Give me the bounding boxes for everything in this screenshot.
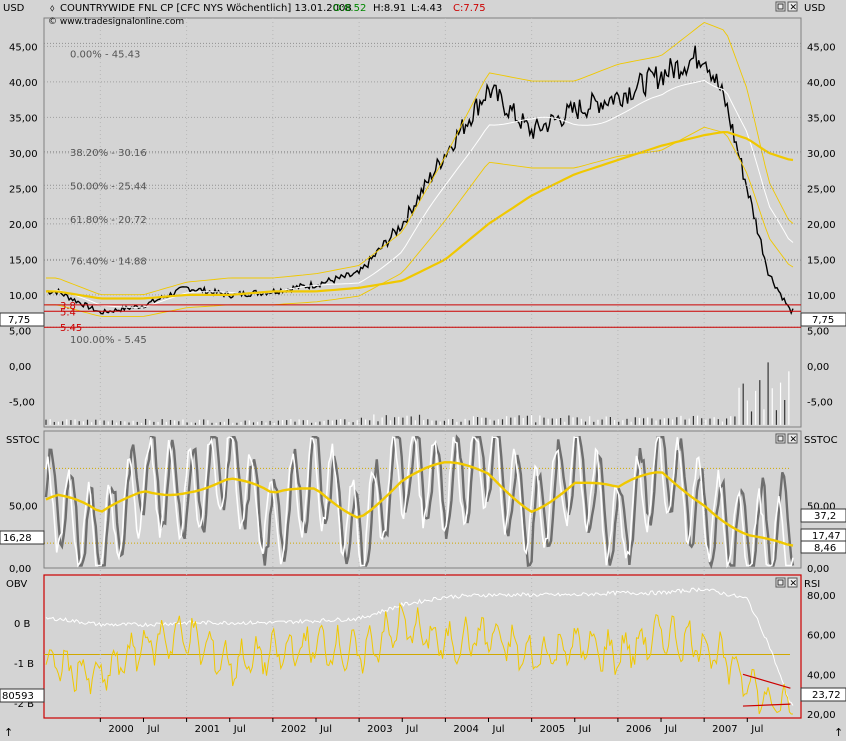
price-y-tick-right: 35,00 <box>807 113 836 124</box>
obv-panel <box>43 574 802 719</box>
price-last-right-badge: 7,75 <box>800 312 846 327</box>
price-last-right-label: 7,75 <box>812 315 834 326</box>
price-y-tick-right: 0,00 <box>807 362 829 373</box>
fib-level-label: 100.00% - 5.45 <box>70 335 147 346</box>
x-axis-tick-label: Jul <box>319 724 332 735</box>
obv-y-tick-left: -1 B <box>14 659 34 670</box>
instrument-label: COUNTRYWIDE FNL CP [CFC NYS Wöchentlich]… <box>60 3 352 14</box>
sstoc-left-label: 16,28 <box>3 533 32 544</box>
price-y-tick-left: 5,00 <box>9 326 31 337</box>
close-value: C:7.75 <box>453 3 486 14</box>
rsi-y-tick-right: 20,00 <box>807 710 836 721</box>
price-panel-right-title: USD <box>804 3 826 14</box>
x-axis-tick-label: Jul <box>750 724 763 735</box>
price-y-tick-right: 10,00 <box>807 291 836 302</box>
fib-level-label: 61.80% - 20.72 <box>70 215 147 226</box>
x-axis-tick-label: 2002 <box>281 724 306 735</box>
chart-canvas: USD ⬨ COUNTRYWIDE FNL CP [CFC NYS Wöchen… <box>0 0 846 739</box>
obv-panel-maximize-button[interactable] <box>775 577 786 588</box>
price-y-tick-left: 25,00 <box>9 184 38 195</box>
price-y-tick-right: 20,00 <box>807 220 836 231</box>
price-panel-maximize-button[interactable] <box>775 1 786 12</box>
price-y-tick-right: 5,00 <box>807 326 829 337</box>
chart-window: USD ⬨ COUNTRYWIDE FNL CP [CFC NYS Wöchen… <box>0 0 846 739</box>
sstoc-y-tick-left: 50,00 <box>9 502 38 513</box>
obv-panel-title: OBV <box>6 579 27 590</box>
price-y-tick-left: 30,00 <box>9 149 38 160</box>
obv-y-tick-left: 0 B <box>14 619 31 630</box>
close-icon: ✕ <box>790 435 798 445</box>
x-axis-tick-label: 2004 <box>453 724 478 735</box>
header-pin-icon[interactable]: ⬨ <box>50 3 55 14</box>
price-last-left-badge: 7,75 <box>0 312 45 327</box>
x-axis-tick-label: 2000 <box>108 724 133 735</box>
sstoc-right-label-1: 37,2 <box>814 511 836 522</box>
price-y-tick-right: 45,00 <box>807 42 836 53</box>
x-axis-tick-label: 2006 <box>626 724 651 735</box>
fib-level-label: 76.40% - 14.88 <box>70 256 147 267</box>
sstoc-panel-maximize-button[interactable] <box>775 433 786 444</box>
price-y-tick-left: -5,00 <box>9 397 35 408</box>
price-y-tick-left: 15,00 <box>9 255 38 266</box>
x-axis-tick-label: 2001 <box>195 724 220 735</box>
rsi-right-label: 23,72 <box>812 690 841 701</box>
price-y-tick-left: 45,00 <box>9 42 38 53</box>
sstoc-right-label-3: 8,46 <box>814 543 836 554</box>
open-value: O:8.52 <box>333 3 366 14</box>
fib-level-label: 38.20% - 30.16 <box>70 148 147 159</box>
scroll-left-arrow-icon[interactable]: ↑ <box>4 726 13 739</box>
sstoc-panel-title: SSTOC <box>6 435 40 446</box>
price-y-tick-right: 30,00 <box>807 149 836 160</box>
price-y-tick-left: 10,00 <box>9 291 38 302</box>
x-axis-tick-label: Jul <box>492 724 505 735</box>
price-y-tick-right: -5,00 <box>807 397 833 408</box>
obv-left-badge: 80593 <box>0 688 45 703</box>
x-axis-tick-label: Jul <box>233 724 246 735</box>
support-level-label: 5.4 <box>60 307 76 318</box>
rsi-panel-title: RSI <box>804 579 820 590</box>
x-axis-tick-label: 2005 <box>540 724 565 735</box>
support-level-label: 5.45 <box>60 323 82 334</box>
x-axis-tick-label: 2007 <box>712 724 737 735</box>
price-y-tick-right: 40,00 <box>807 78 836 89</box>
x-axis-tick-label: 2003 <box>367 724 392 735</box>
rsi-y-tick-right: 40,00 <box>807 670 836 681</box>
price-panel-title: USD <box>3 3 25 14</box>
x-axis-tick-label: Jul <box>146 724 159 735</box>
price-last-left-label: 7,75 <box>8 315 30 326</box>
price-y-tick-left: 35,00 <box>9 113 38 124</box>
low-value: L:4.43 <box>411 3 442 14</box>
price-y-tick-right: 25,00 <box>807 184 836 195</box>
sstoc-panel-close-button[interactable]: ✕ <box>787 433 798 445</box>
sstoc-y-tick-right: 0,00 <box>807 564 829 575</box>
price-y-tick-right: 15,00 <box>807 255 836 266</box>
sstoc-right-label-2: 17,47 <box>812 531 841 542</box>
sstoc-panel-right-title: SSTOC <box>804 435 838 446</box>
price-y-tick-left: 40,00 <box>9 78 38 89</box>
price-y-tick-left: 0,00 <box>9 362 31 373</box>
x-axis-tick-label: Jul <box>664 724 677 735</box>
rsi-y-tick-right: 60,00 <box>807 631 836 642</box>
fib-level-label: 50.00% - 25.44 <box>70 181 147 192</box>
sstoc-right-badges: 37,2 17,47 8,46 <box>800 508 846 554</box>
rsi-y-tick-right: 80,00 <box>807 591 836 602</box>
close-icon: ✕ <box>790 579 798 589</box>
copyright-text: © www.tradesignalonline.com <box>48 17 184 27</box>
high-value: H:8.91 <box>373 3 406 14</box>
obv-panel-close-button[interactable]: ✕ <box>787 577 798 589</box>
close-icon: ✕ <box>790 3 798 13</box>
scroll-right-arrow-icon[interactable]: ↑ <box>834 726 843 739</box>
price-y-tick-left: 20,00 <box>9 220 38 231</box>
obv-left-label: 80593 <box>2 691 34 702</box>
x-axis-tick-label: Jul <box>405 724 418 735</box>
rsi-right-badge: 23,72 <box>800 687 846 702</box>
sstoc-y-tick-left: 0,00 <box>9 564 31 575</box>
price-panel <box>43 17 802 428</box>
fib-level-label: 0.00% - 45.43 <box>70 49 140 60</box>
price-panel-close-button[interactable]: ✕ <box>787 1 798 13</box>
x-axis-tick-label: Jul <box>578 724 591 735</box>
sstoc-left-badge: 16,28 <box>0 530 45 545</box>
